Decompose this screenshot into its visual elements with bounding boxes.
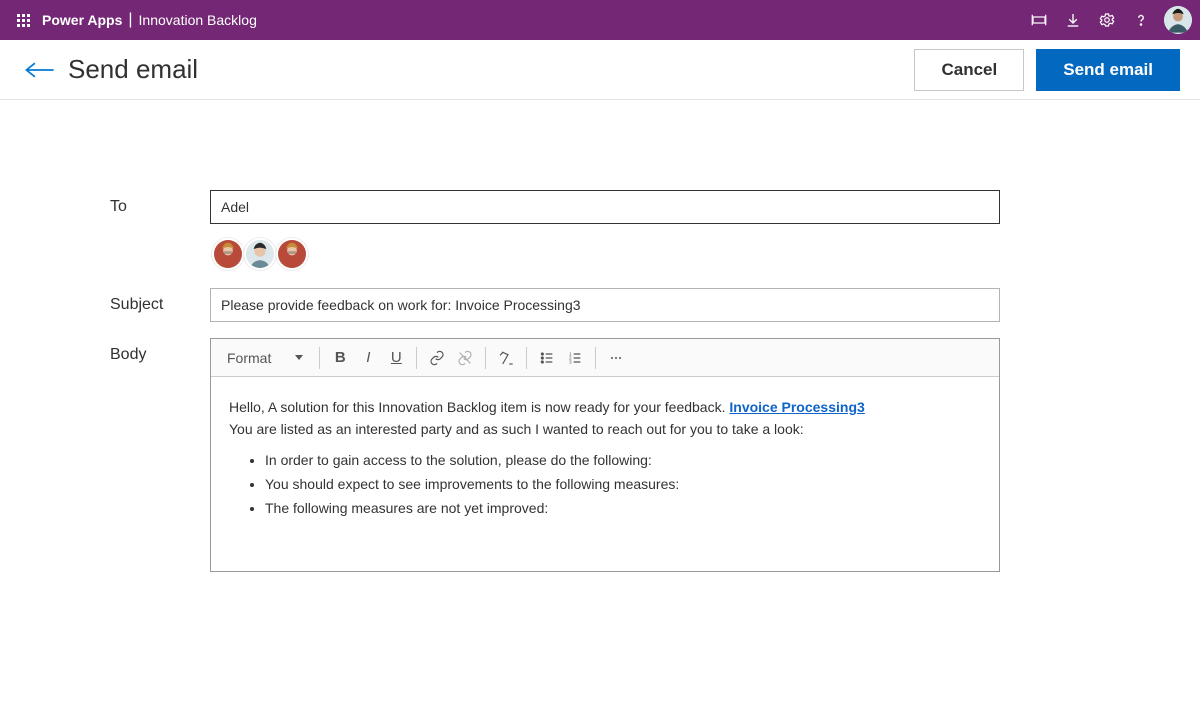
app-launcher-icon[interactable] <box>8 5 38 35</box>
brand-label[interactable]: Power Apps <box>42 12 122 28</box>
body-editor: Format B I U <box>210 338 1000 572</box>
send-email-button[interactable]: Send email <box>1036 49 1180 91</box>
recipient-avatar[interactable] <box>276 238 308 270</box>
bold-button[interactable]: B <box>326 344 354 372</box>
unlink-button[interactable] <box>451 344 479 372</box>
italic-button[interactable]: I <box>354 344 382 372</box>
user-avatar[interactable] <box>1164 6 1192 34</box>
help-icon[interactable] <box>1124 3 1158 37</box>
body-line2: You are listed as an interested party an… <box>229 419 981 441</box>
top-app-bar: Power Apps | Innovation Backlog <box>0 0 1200 40</box>
underline-button[interactable]: U <box>382 344 410 372</box>
body-line1-prefix: Hello, A solution for this Innovation Ba… <box>229 399 729 415</box>
body-bullet: You should expect to see improvements to… <box>265 474 981 496</box>
more-button[interactable] <box>602 344 630 372</box>
body-label: Body <box>110 338 210 364</box>
app-name-label[interactable]: Innovation Backlog <box>139 12 257 28</box>
editor-toolbar: Format B I U <box>211 339 999 377</box>
body-bullet: In order to gain access to the solution,… <box>265 450 981 472</box>
send-email-form: To Subject Body <box>0 100 1200 572</box>
recipient-avatars <box>210 238 1000 270</box>
recipient-avatar[interactable] <box>212 238 244 270</box>
page-header: Send email Cancel Send email <box>0 40 1200 100</box>
clear-format-button[interactable] <box>492 344 520 372</box>
format-dropdown[interactable]: Format <box>219 350 313 366</box>
cancel-button[interactable]: Cancel <box>914 49 1024 91</box>
download-icon[interactable] <box>1056 3 1090 37</box>
recipient-avatar[interactable] <box>244 238 276 270</box>
page-title: Send email <box>68 54 198 85</box>
chevron-down-icon <box>295 355 303 360</box>
fit-icon[interactable] <box>1022 3 1056 37</box>
bullet-list-button[interactable] <box>533 344 561 372</box>
format-label: Format <box>227 350 271 366</box>
back-button[interactable] <box>20 50 60 90</box>
svg-text:3: 3 <box>569 359 572 364</box>
subject-input[interactable] <box>210 288 1000 322</box>
link-button[interactable] <box>423 344 451 372</box>
number-list-button[interactable]: 123 <box>561 344 589 372</box>
brand-separator: | <box>128 11 132 29</box>
body-bullet: The following measures are not yet impro… <box>265 498 981 520</box>
editor-body[interactable]: Hello, A solution for this Innovation Ba… <box>211 377 999 571</box>
to-input[interactable] <box>210 190 1000 224</box>
body-item-link[interactable]: Invoice Processing3 <box>729 399 864 415</box>
to-label: To <box>110 190 210 216</box>
gear-icon[interactable] <box>1090 3 1124 37</box>
subject-label: Subject <box>110 288 210 314</box>
